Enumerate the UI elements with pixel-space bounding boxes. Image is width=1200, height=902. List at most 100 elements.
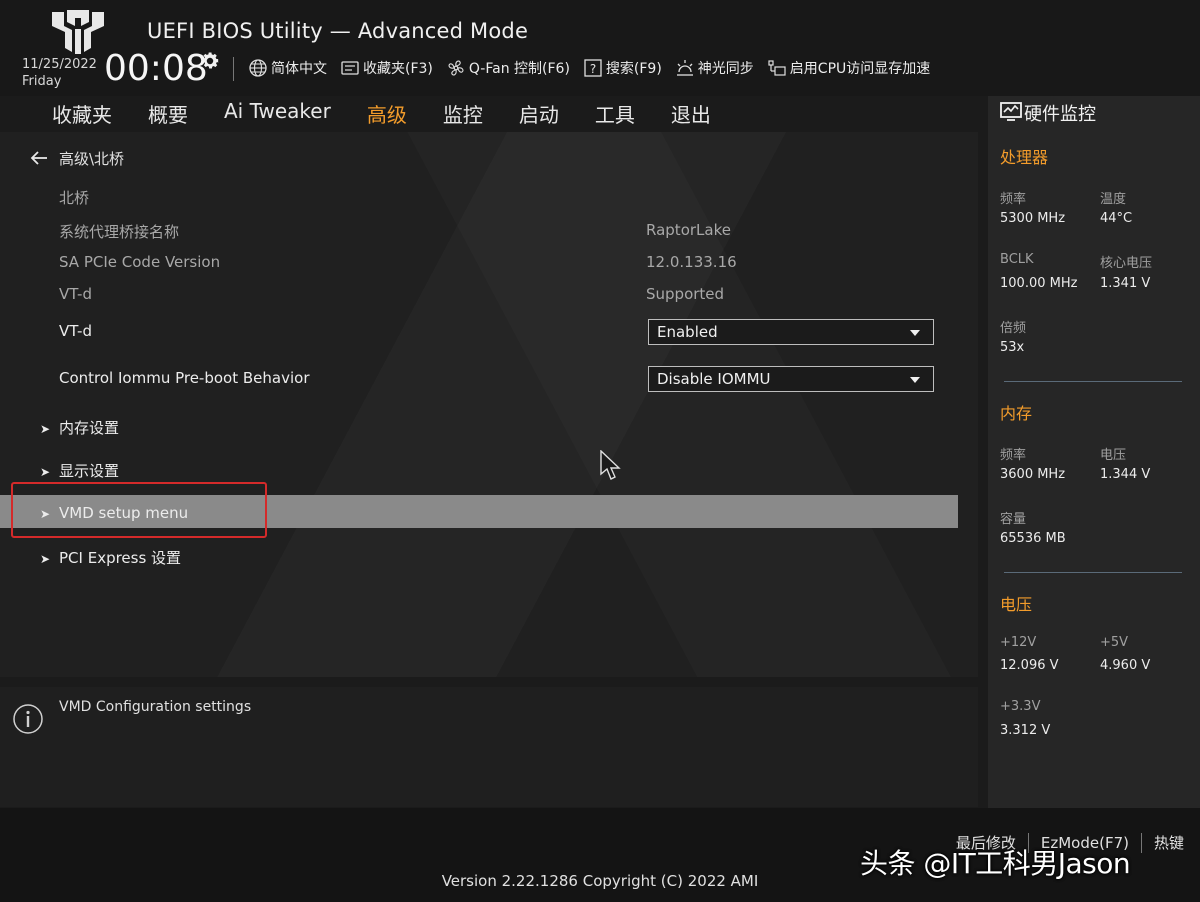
help-panel: VMD Configuration settings <box>0 687 978 807</box>
cpu-freq-label: 频率 <box>1000 192 1027 207</box>
chevron-down-icon <box>910 330 920 336</box>
toolbar: 简体中文 收藏夹(F3) Q-Fan 控制(F6) ? 搜索(F9) 神光同步 … <box>248 57 943 79</box>
aura-sync-icon <box>676 60 693 76</box>
footer-divider <box>1140 832 1142 853</box>
resizable-bar-label: 启用CPU访问显存加速 <box>789 61 931 77</box>
footer: 最后修改 EzMode(F7) 热键 头条 @IT工科男Jason Versio… <box>0 808 1200 902</box>
v33-label: +3.3V <box>1000 699 1041 714</box>
language-button[interactable]: 简体中文 <box>248 58 327 78</box>
row-value-agent-bridge: RaptorLake <box>646 221 731 239</box>
tab-favorites[interactable]: 收藏夹 <box>52 99 112 131</box>
qfan-button[interactable]: Q-Fan 控制(F6) <box>446 58 570 78</box>
bios-window: UEFI BIOS Utility — Advanced Mode 11/25/… <box>0 0 1200 902</box>
v5-value: 4.960 V <box>1100 658 1151 673</box>
back-arrow-icon[interactable] <box>30 150 48 166</box>
row-label-vtd-support: VT-d <box>59 285 92 303</box>
row-label-sa-pcie-version: SA PCIe Code Version <box>59 253 221 271</box>
cpu-vcore-value: 1.341 V <box>1100 276 1151 291</box>
mouse-cursor-icon <box>600 450 621 480</box>
settings-panel: 高级\北桥 北桥 系统代理桥接名称 RaptorLake SA PCIe Cod… <box>0 132 978 677</box>
tuf-logo-icon <box>52 10 104 54</box>
info-icon <box>13 704 43 734</box>
memory-section-title: 内存 <box>1000 404 1033 423</box>
tab-overview[interactable]: 概要 <box>148 99 188 131</box>
vtd-select[interactable]: Enabled <box>648 319 934 345</box>
tab-boot[interactable]: 启动 <box>519 99 559 131</box>
tab-tool[interactable]: 工具 <box>595 99 635 131</box>
hardware-monitor-panel: 硬件监控 处理器 频率 温度 5300 MHz 44°C BCLK 核心电压 1… <box>988 96 1200 808</box>
cpu-bclk-label: BCLK <box>1000 252 1034 267</box>
hw-divider <box>1004 572 1182 573</box>
cpu-ratio-value: 53x <box>1000 340 1025 355</box>
annotation-box <box>11 482 267 538</box>
clock: 00:08 <box>104 48 208 89</box>
iommu-select-value: Disable IOMMU <box>657 370 771 388</box>
submenu-label: PCI Express 设置 <box>59 549 182 567</box>
version-text: Version 2.22.1286 Copyright (C) 2022 AMI <box>441 872 759 890</box>
tab-monitor[interactable]: 监控 <box>443 99 483 131</box>
row-value-sa-pcie-version: 12.0.133.16 <box>646 253 737 271</box>
setting-label-iommu: Control Iommu Pre-boot Behavior <box>59 369 310 387</box>
row-value-vtd-support: Supported <box>646 285 725 303</box>
favorites-label: 收藏夹(F3) <box>363 61 433 77</box>
app-title: UEFI BIOS Utility — Advanced Mode <box>147 19 529 43</box>
aura-sync-label: 神光同步 <box>697 61 754 77</box>
cpu-freq-value: 5300 MHz <box>1000 211 1066 226</box>
submenu-label: 显示设置 <box>59 462 120 480</box>
chevron-down-icon <box>910 377 920 383</box>
day-label: Friday <box>22 74 62 89</box>
mem-volt-label: 电压 <box>1100 448 1127 463</box>
cpu-temp-value: 44°C <box>1100 211 1133 226</box>
v12-value: 12.096 V <box>1000 658 1059 673</box>
cpu-section-title: 处理器 <box>1000 148 1049 167</box>
header-divider <box>233 57 234 81</box>
language-label: 简体中文 <box>271 61 327 77</box>
tab-exit[interactable]: 退出 <box>671 99 711 131</box>
mem-capacity-label: 容量 <box>1000 512 1027 527</box>
submenu-pci-express[interactable]: ➤ PCI Express 设置 <box>40 547 181 568</box>
chevron-right-icon: ➤ <box>40 465 51 479</box>
resizable-bar-button[interactable]: 启用CPU访问显存加速 <box>767 58 930 78</box>
header: UEFI BIOS Utility — Advanced Mode 11/25/… <box>0 0 1200 96</box>
section-header: 北桥 <box>59 189 90 207</box>
mem-freq-value: 3600 MHz <box>1000 467 1066 482</box>
iommu-select[interactable]: Disable IOMMU <box>648 366 934 392</box>
chevron-right-icon: ➤ <box>40 552 51 566</box>
gear-icon[interactable] <box>199 50 221 72</box>
hw-monitor-title: 硬件监控 <box>1024 104 1096 125</box>
favorites-icon <box>341 61 359 75</box>
mem-freq-label: 频率 <box>1000 448 1027 463</box>
cpu-ratio-label: 倍频 <box>1000 321 1027 336</box>
search-button[interactable]: ? 搜索(F9) <box>583 58 662 78</box>
rebar-icon <box>768 60 786 76</box>
cpu-temp-label: 温度 <box>1100 192 1127 207</box>
favorites-button[interactable]: 收藏夹(F3) <box>340 58 433 78</box>
chevron-right-icon: ➤ <box>40 422 51 436</box>
mem-volt-value: 1.344 V <box>1100 467 1151 482</box>
main-tabs: 收藏夹 概要 Ai Tweaker 高级 监控 启动 工具 退出 <box>52 99 747 135</box>
date-label: 11/25/2022 <box>22 57 97 72</box>
v12-label: +12V <box>1000 635 1037 650</box>
tab-advanced[interactable]: 高级 <box>366 99 407 135</box>
svg-text:?: ? <box>590 62 596 76</box>
cpu-vcore-label: 核心电压 <box>1100 256 1153 271</box>
setting-label-vtd: VT-d <box>59 322 92 340</box>
row-label-agent-bridge: 系统代理桥接名称 <box>59 223 180 241</box>
v33-value: 3.312 V <box>1000 723 1051 738</box>
submenu-display[interactable]: ➤ 显示设置 <box>40 460 119 481</box>
tab-ai-tweaker[interactable]: Ai Tweaker <box>224 99 331 131</box>
cpu-bclk-value: 100.00 MHz <box>1000 276 1078 291</box>
qfan-label: Q-Fan 控制(F6) <box>468 61 570 77</box>
aura-sync-button[interactable]: 神光同步 <box>675 58 754 78</box>
monitor-icon <box>1000 102 1022 121</box>
submenu-memory[interactable]: ➤ 内存设置 <box>40 417 119 438</box>
v5-label: +5V <box>1100 635 1129 650</box>
globe-icon <box>249 59 267 77</box>
mem-capacity-value: 65536 MB <box>1000 531 1066 546</box>
voltage-section-title: 电压 <box>1000 595 1033 614</box>
vtd-select-value: Enabled <box>657 323 718 341</box>
breadcrumb[interactable]: 高级\北桥 <box>59 148 124 169</box>
fan-icon <box>448 60 464 76</box>
help-text: VMD Configuration settings <box>59 699 252 715</box>
hotkeys-button[interactable]: 热键 <box>1154 832 1184 853</box>
